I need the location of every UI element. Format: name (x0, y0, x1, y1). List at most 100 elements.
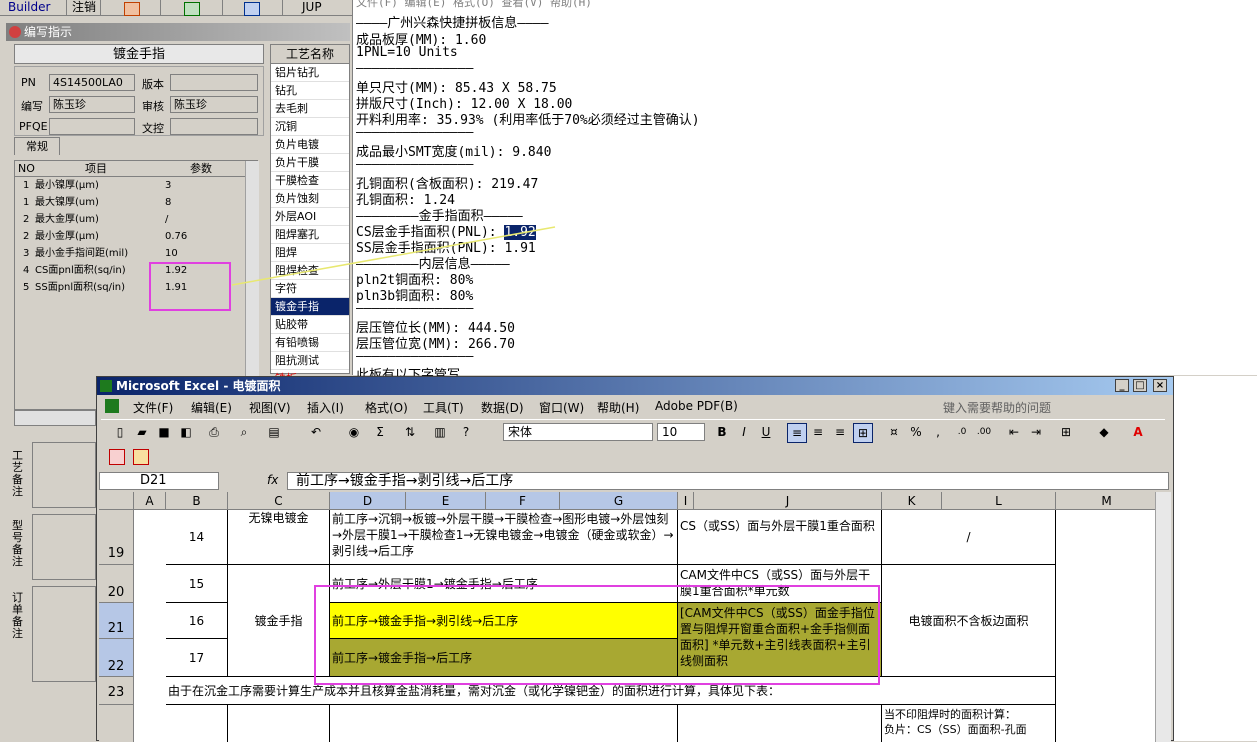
close-icon[interactable]: × (1153, 379, 1167, 392)
open-icon[interactable]: ▰ (133, 423, 151, 441)
print-icon[interactable]: ⎙ (205, 423, 223, 441)
cell-b22[interactable]: 17 (166, 639, 228, 677)
cell-c24[interactable] (228, 705, 330, 742)
process-item[interactable]: 钻孔 (271, 82, 349, 100)
merge-center-icon[interactable]: ⊞ (853, 423, 873, 443)
help-search-input[interactable]: 键入需要帮助的问题 (943, 399, 1051, 416)
cell-b19[interactable]: 14 (166, 510, 228, 565)
process-item[interactable]: 沉铜 (271, 118, 349, 136)
process-note-box[interactable] (32, 442, 96, 508)
builder-button[interactable]: Builder (8, 0, 50, 15)
menu-file[interactable]: 文件(F) (133, 399, 173, 416)
process-item[interactable]: 负片电镀 (271, 136, 349, 154)
cell-k19[interactable]: / (882, 510, 1056, 565)
decrease-decimal-icon[interactable]: .00 (975, 423, 993, 441)
control-field[interactable] (170, 118, 258, 135)
process-item[interactable]: 贴胶带 (271, 316, 349, 334)
align-right-icon[interactable]: ≡ (831, 423, 849, 441)
fill-color-icon[interactable]: ◆ (1095, 423, 1113, 441)
column-header[interactable]: K (882, 492, 942, 510)
process-item-selected[interactable]: 镀金手指 (271, 298, 349, 316)
col-item[interactable]: 项目 (85, 161, 107, 177)
pdf-convert-icon[interactable] (109, 449, 125, 465)
column-header[interactable]: L (942, 492, 1056, 510)
row-header[interactable]: 23 (99, 677, 134, 705)
model-note-box[interactable] (32, 514, 96, 580)
menu-format[interactable]: 格式(O) (365, 399, 408, 416)
currency-icon[interactable]: ¤ (885, 423, 903, 441)
col-param[interactable]: 参数 (190, 161, 212, 177)
vertical-scrollbar[interactable] (1155, 492, 1171, 742)
autosum-icon[interactable]: Σ (371, 423, 389, 441)
increase-decimal-icon[interactable]: .0 (953, 423, 971, 441)
pdf-mail-icon[interactable] (133, 449, 149, 465)
row-header[interactable]: 19 (99, 510, 134, 565)
excel-icon[interactable] (184, 2, 200, 16)
column-header[interactable]: C (228, 492, 330, 510)
row-header[interactable]: 22 (99, 639, 134, 677)
cell-b20[interactable]: 15 (166, 565, 228, 603)
name-box[interactable]: D21 (99, 472, 219, 490)
process-item[interactable]: 负片干膜 (271, 154, 349, 172)
pn-field[interactable]: 4S14500LA0 (49, 74, 135, 91)
column-header[interactable]: J (694, 492, 882, 510)
menu-tools[interactable]: 工具(T) (423, 399, 464, 416)
cell-b21[interactable]: 16 (166, 603, 228, 639)
process-item[interactable]: 阻抗测试 (271, 352, 349, 370)
version-field[interactable] (170, 74, 258, 91)
menu-insert[interactable]: 插入(I) (307, 399, 344, 416)
reviewer-field[interactable]: 陈玉珍 (170, 96, 258, 113)
column-header[interactable]: D (330, 492, 406, 510)
italic-icon[interactable]: I (735, 423, 753, 441)
font-name-select[interactable]: 宋体 (503, 423, 653, 441)
table-row[interactable]: 2 最小金厚(μm) 0.76 (15, 228, 245, 245)
word-icon[interactable] (244, 2, 260, 16)
help-icon[interactable]: ? (457, 423, 475, 441)
menu-help[interactable]: 帮助(H) (597, 399, 639, 416)
workbook-icon[interactable] (105, 399, 119, 413)
table-row[interactable]: 2 最大金厚(um) / (15, 211, 245, 228)
jup-button[interactable]: JUP (302, 0, 322, 15)
menu-view[interactable]: 视图(V) (249, 399, 291, 416)
column-header[interactable]: E (406, 492, 486, 510)
pfqe-field[interactable] (49, 118, 135, 135)
font-size-select[interactable]: 10 (657, 423, 705, 441)
writer-field[interactable]: 陈玉珍 (49, 96, 135, 113)
new-icon[interactable]: ▯ (111, 423, 129, 441)
minimize-icon[interactable]: _ (1115, 379, 1129, 392)
undo-icon[interactable]: ↶ (307, 423, 325, 441)
percent-icon[interactable]: % (907, 423, 925, 441)
cell-b24[interactable] (166, 705, 228, 742)
info-document[interactable]: 文件(F) 编辑(E) 格式(O) 查看(V) 帮助(H) ————广州兴森快捷… (352, 0, 1257, 383)
cell-d24[interactable] (330, 705, 678, 742)
info-menu[interactable]: 文件(F) 编辑(E) 格式(O) 查看(V) 帮助(H) (356, 0, 592, 10)
column-header[interactable]: I (678, 492, 694, 510)
process-item[interactable]: 铝片钻孔 (271, 64, 349, 82)
sort-icon[interactable]: ⇅ (401, 423, 419, 441)
horizontal-scrollbar[interactable] (14, 410, 96, 426)
align-center-icon[interactable]: ≡ (809, 423, 827, 441)
cell-d19[interactable]: 前工序→沉铜→板镀→外层干膜→干膜检查→图形电镀→外层蚀刻→外层干膜1→干膜检查… (330, 510, 678, 565)
column-header[interactable]: G (560, 492, 678, 510)
menu-edit[interactable]: 编辑(E) (191, 399, 232, 416)
column-header[interactable]: B (166, 492, 228, 510)
save-icon[interactable]: ■ (155, 423, 173, 441)
cell-j24[interactable] (678, 705, 882, 742)
menu-window[interactable]: 窗口(W) (539, 399, 584, 416)
table-row[interactable]: 1 最小镍厚(μm) 3 (15, 177, 245, 194)
process-item[interactable]: 去毛刺 (271, 100, 349, 118)
cell-c19[interactable]: 无镍电镀金 (228, 510, 330, 565)
process-item[interactable]: 有铅喷锡 (271, 334, 349, 352)
table-row[interactable]: 1 最大镍厚(um) 8 (15, 194, 245, 211)
column-header[interactable]: A (134, 492, 166, 510)
menu-adobe-pdf[interactable]: Adobe PDF(B) (655, 399, 738, 413)
align-left-icon[interactable]: ≡ (787, 423, 807, 443)
formula-input[interactable]: 前工序→镀金手指→剥引线→后工序 (287, 472, 1169, 490)
tab-general[interactable]: 常规 (14, 137, 60, 155)
order-note-box[interactable] (32, 586, 96, 682)
process-item[interactable]: 外层AOI (271, 208, 349, 226)
process-item[interactable]: 负片蚀刻 (271, 190, 349, 208)
decrease-indent-icon[interactable]: ⇤ (1005, 423, 1023, 441)
permission-icon[interactable]: ◧ (177, 423, 195, 441)
fx-icon[interactable]: fx (267, 473, 278, 487)
